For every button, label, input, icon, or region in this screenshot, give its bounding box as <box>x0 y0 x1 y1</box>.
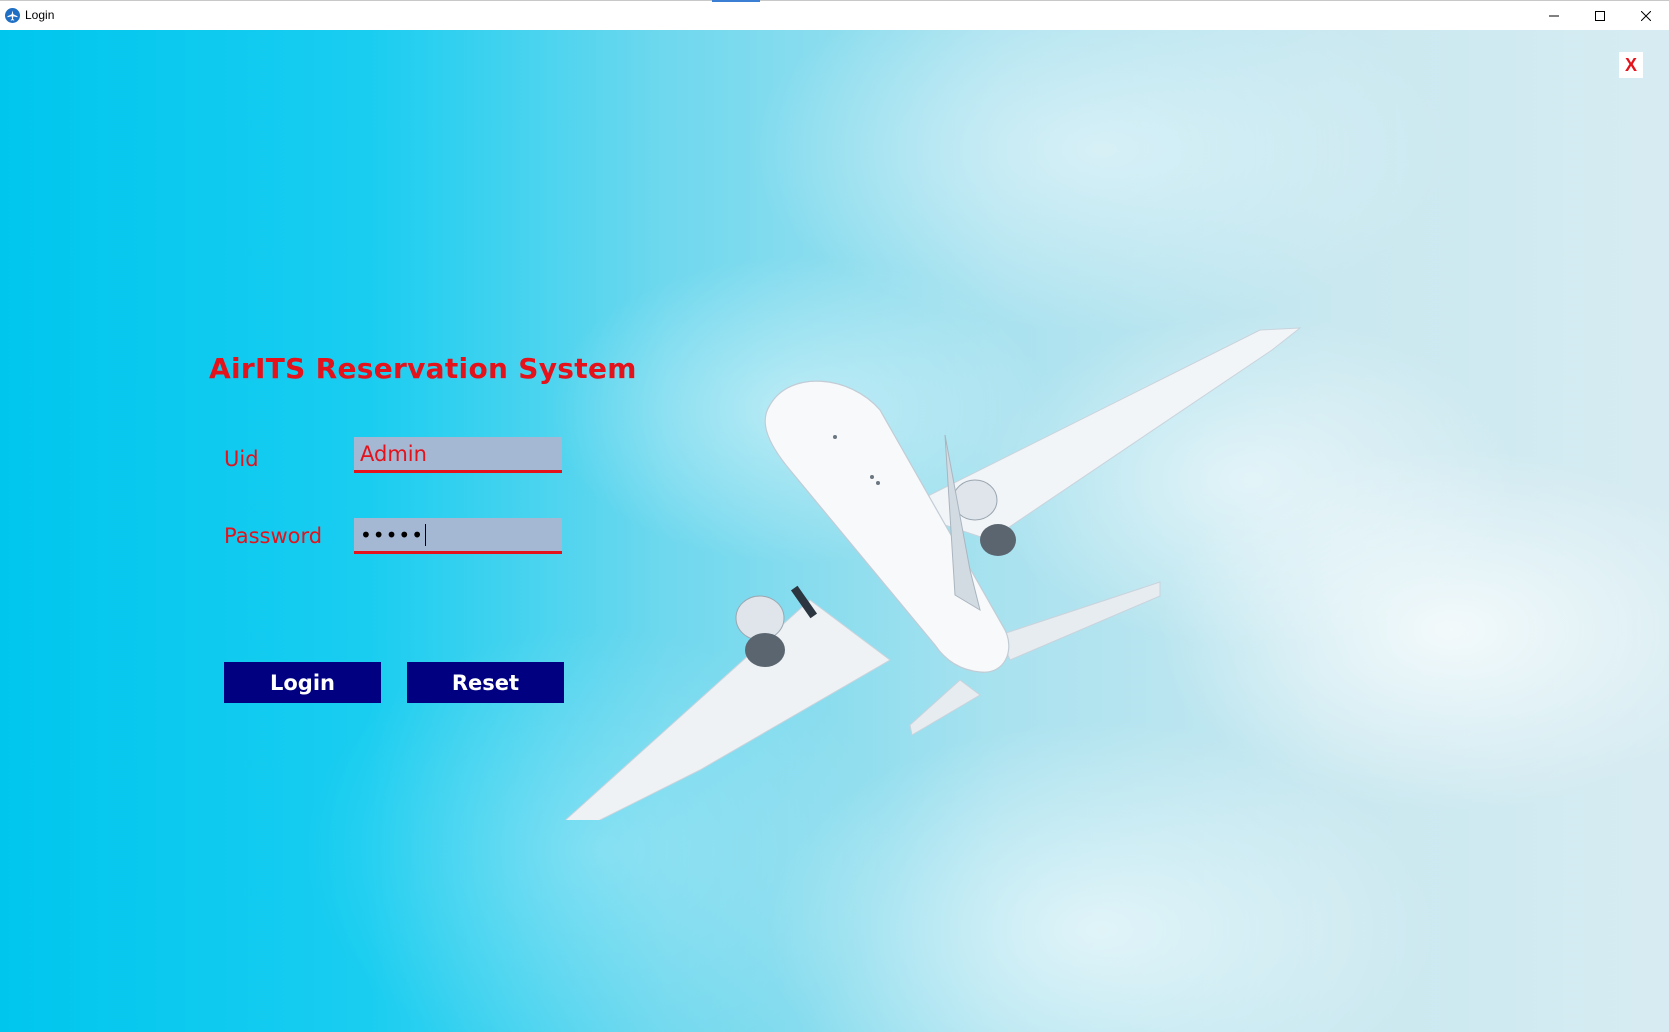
airplane-image <box>564 327 1302 820</box>
password-input[interactable]: ••••• <box>354 518 562 554</box>
uid-input[interactable]: Admin <box>354 437 562 473</box>
window-close-button[interactable] <box>1623 1 1669 30</box>
password-label: Password <box>224 524 323 548</box>
login-button[interactable]: Login <box>224 662 381 703</box>
text-caret <box>424 523 426 546</box>
uid-label: Uid <box>224 447 259 471</box>
title-bar-accent <box>712 0 760 2</box>
reset-button[interactable]: Reset <box>407 662 564 703</box>
maximize-button[interactable] <box>1577 1 1623 30</box>
title-bar: Login <box>0 0 1669 30</box>
login-panel: X AirITS Reservation System Uid Admin Pa… <box>0 30 1669 1032</box>
password-input-value: ••••• <box>360 522 424 547</box>
uid-input-value: Admin <box>360 441 427 466</box>
maximize-icon <box>1595 10 1605 21</box>
minimize-icon <box>1549 15 1559 16</box>
app-icon <box>5 8 20 23</box>
page-title: AirITS Reservation System <box>209 352 637 385</box>
minimize-button[interactable] <box>1531 1 1577 30</box>
close-form-button[interactable]: X <box>1619 52 1643 78</box>
close-icon <box>1641 10 1651 21</box>
window-title: Login <box>25 8 55 22</box>
